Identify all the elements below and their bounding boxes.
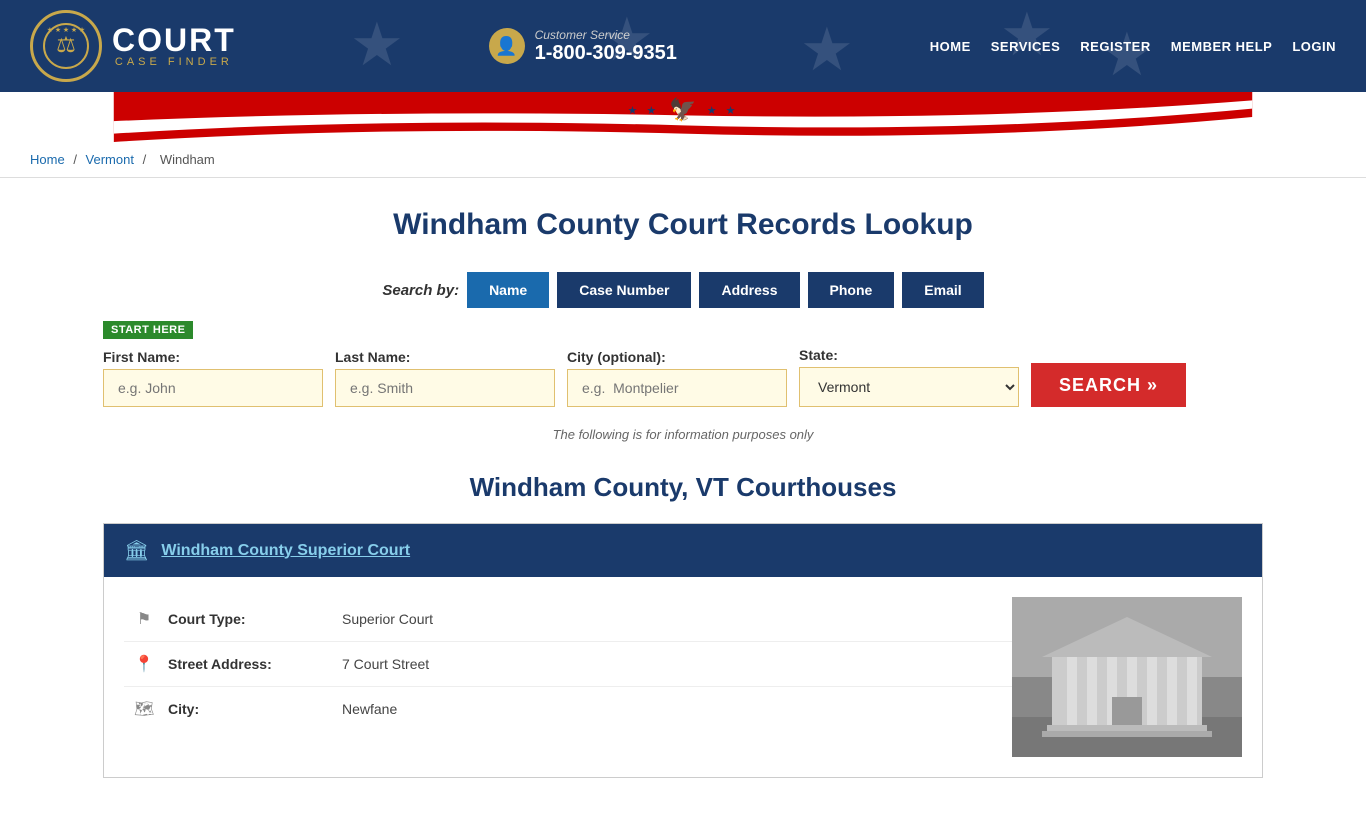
map-icon: 🗺: [134, 699, 154, 719]
svg-text:⚖: ⚖: [56, 32, 76, 57]
cs-text: Customer Service 1-800-309-9351: [535, 28, 677, 65]
last-name-label: Last Name:: [335, 349, 555, 365]
court-type-label: Court Type:: [168, 611, 328, 627]
court-type-row: ⚑ Court Type: Superior Court: [124, 597, 1012, 642]
nav-register[interactable]: REGISTER: [1080, 39, 1150, 54]
search-section: Search by: Name Case Number Address Phon…: [103, 272, 1263, 407]
court-info: ⚑ Court Type: Superior Court 📍 Street Ad…: [124, 597, 1012, 757]
state-group: State: Vermont Alabama Alaska Arizona: [799, 347, 1019, 407]
breadcrumb-home[interactable]: Home: [30, 152, 65, 167]
search-by-label: Search by:: [382, 282, 459, 299]
courthouse-placeholder: [1012, 597, 1242, 757]
city-group: City (optional):: [567, 349, 787, 407]
phone-icon: 👤: [489, 28, 525, 64]
court-card-header: 🏛 Windham County Superior Court: [104, 524, 1262, 577]
nav-login[interactable]: LOGIN: [1292, 39, 1336, 54]
court-type-value: Superior Court: [342, 611, 433, 627]
nav-home[interactable]: HOME: [930, 39, 971, 54]
court-city-row: 🗺 City: Newfane: [124, 687, 1012, 731]
info-text: The following is for information purpose…: [103, 427, 1263, 442]
svg-text:★ ★ ★ ★ ★: ★ ★ ★ ★ ★: [47, 26, 85, 34]
state-label: State:: [799, 347, 1019, 363]
court-image: [1012, 597, 1242, 757]
court-name-link[interactable]: Windham County Superior Court: [161, 542, 410, 560]
page-title: Windham County Court Records Lookup: [103, 208, 1263, 242]
customer-service: 👤 Customer Service 1-800-309-9351: [489, 28, 677, 65]
gavel-icon: ⚑: [134, 609, 154, 629]
court-address-row: 📍 Street Address: 7 Court Street: [124, 642, 1012, 687]
tab-case-number[interactable]: Case Number: [557, 272, 691, 308]
header: ★ ★ ★ ★ ★ ⚖ ★ ★ ★ ★ ★ COURT CASE FINDER …: [0, 0, 1366, 92]
first-name-input[interactable]: [103, 369, 323, 407]
last-name-input[interactable]: [335, 369, 555, 407]
tab-address[interactable]: Address: [699, 272, 799, 308]
tab-email[interactable]: Email: [902, 272, 983, 308]
tab-phone[interactable]: Phone: [808, 272, 895, 308]
nav-services[interactable]: SERVICES: [991, 39, 1061, 54]
courthouses-title: Windham County, VT Courthouses: [103, 472, 1263, 503]
search-form: First Name: Last Name: City (optional): …: [103, 347, 1263, 407]
logo-circle: ⚖ ★ ★ ★ ★ ★: [30, 10, 102, 82]
court-details: ⚑ Court Type: Superior Court 📍 Street Ad…: [104, 577, 1262, 777]
wave-banner: ★ ★ 🦅 ★ ★: [0, 92, 1366, 142]
tab-name[interactable]: Name: [467, 272, 549, 308]
logo-text: COURT CASE FINDER: [112, 24, 236, 68]
start-here-badge: START HERE: [103, 320, 1263, 347]
eagle-emblem: ★ ★ 🦅 ★ ★: [628, 97, 739, 123]
city-input[interactable]: [567, 369, 787, 407]
first-name-group: First Name:: [103, 349, 323, 407]
first-name-label: First Name:: [103, 349, 323, 365]
court-address-label: Street Address:: [168, 656, 328, 672]
location-icon: 📍: [134, 654, 154, 674]
search-by-row: Search by: Name Case Number Address Phon…: [103, 272, 1263, 308]
court-address-value: 7 Court Street: [342, 656, 429, 672]
court-card: 🏛 Windham County Superior Court ⚑ Court …: [103, 523, 1263, 778]
breadcrumb-county: Windham: [160, 152, 215, 167]
breadcrumb: Home / Vermont / Windham: [0, 142, 1366, 178]
last-name-group: Last Name:: [335, 349, 555, 407]
search-button[interactable]: SEARCH »: [1031, 363, 1186, 407]
breadcrumb-state[interactable]: Vermont: [86, 152, 134, 167]
state-select[interactable]: Vermont Alabama Alaska Arizona: [799, 367, 1019, 407]
nav-member-help[interactable]: MEMBER HELP: [1171, 39, 1273, 54]
main-nav: HOME SERVICES REGISTER MEMBER HELP LOGIN: [930, 39, 1336, 54]
main-content: Windham County Court Records Lookup Sear…: [83, 178, 1283, 828]
logo-area[interactable]: ⚖ ★ ★ ★ ★ ★ COURT CASE FINDER: [30, 10, 236, 82]
court-city-value: Newfane: [342, 701, 397, 717]
court-city-label: City:: [168, 701, 328, 717]
city-label: City (optional):: [567, 349, 787, 365]
courthouse-icon: 🏛: [124, 538, 149, 563]
